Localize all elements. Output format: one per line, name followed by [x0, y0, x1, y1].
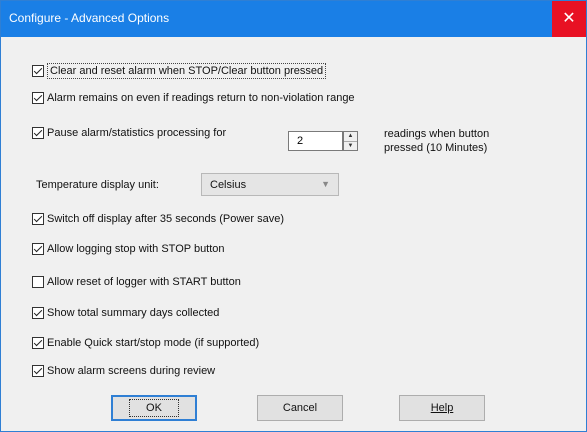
option-allow-reset[interactable]: Allow reset of logger with START button: [32, 276, 241, 288]
temperature-unit-value: Celsius: [210, 179, 247, 191]
option-quick-start-stop[interactable]: Enable Quick start/stop mode (if support…: [32, 337, 259, 349]
chevron-down-icon: ▼: [321, 179, 330, 189]
close-button[interactable]: ✕: [552, 1, 586, 37]
checkbox-switch-off-display[interactable]: [32, 213, 44, 225]
help-button-label: Help: [430, 402, 454, 414]
window-title: Configure - Advanced Options: [9, 11, 170, 25]
pause-readings-suffix: readings when button pressed (10 Minutes…: [384, 127, 489, 155]
option-label: Allow logging stop with STOP button: [47, 243, 225, 255]
temperature-unit-label: Temperature display unit:: [36, 179, 159, 191]
checkbox-alarm-remains-on[interactable]: [32, 92, 44, 104]
dialog-content: Clear and reset alarm when STOP/Clear bu…: [1, 37, 586, 431]
checkbox-show-summary-days[interactable]: [32, 307, 44, 319]
checkbox-pause-alarm[interactable]: [32, 127, 44, 139]
checkbox-allow-logging-stop[interactable]: [32, 243, 44, 255]
option-label: Switch off display after 35 seconds (Pow…: [47, 213, 285, 225]
ok-button[interactable]: OK: [111, 395, 197, 421]
option-show-alarm-screens[interactable]: Show alarm screens during review: [32, 365, 215, 377]
option-allow-logging-stop[interactable]: Allow logging stop with STOP button: [32, 243, 225, 255]
close-icon: ✕: [562, 10, 576, 27]
option-show-summary-days[interactable]: Show total summary days collected: [32, 307, 219, 319]
pause-readings-input[interactable]: 2: [288, 131, 343, 151]
option-label: Allow reset of logger with START button: [47, 276, 241, 288]
checkbox-quick-start-stop[interactable]: [32, 337, 44, 349]
option-alarm-remains-on[interactable]: Alarm remains on even if readings return…: [32, 92, 355, 104]
ok-button-label: OK: [129, 399, 179, 417]
checkbox-show-alarm-screens[interactable]: [32, 365, 44, 377]
temperature-unit-select[interactable]: Celsius ▼: [201, 173, 339, 196]
pause-readings-spinner[interactable]: ▲ ▼: [343, 131, 358, 151]
option-label: Enable Quick start/stop mode (if support…: [47, 337, 260, 349]
option-label: Pause alarm/statistics processing for: [47, 127, 227, 139]
pause-suffix-line2: pressed (10 Minutes): [384, 142, 488, 154]
option-label: Show total summary days collected: [47, 307, 220, 319]
pause-suffix-line1: readings when button: [384, 128, 490, 140]
option-pause-alarm[interactable]: Pause alarm/statistics processing for: [32, 127, 226, 139]
cancel-button[interactable]: Cancel: [257, 395, 343, 421]
cancel-button-label: Cancel: [282, 402, 318, 414]
option-label: Clear and reset alarm when STOP/Clear bu…: [47, 63, 327, 79]
option-switch-off-display[interactable]: Switch off display after 35 seconds (Pow…: [32, 213, 284, 225]
checkbox-clear-reset-alarm[interactable]: [32, 65, 44, 77]
title-bar: Configure - Advanced Options ✕: [1, 1, 586, 37]
help-button[interactable]: Help: [399, 395, 485, 421]
checkbox-allow-reset[interactable]: [32, 276, 44, 288]
dialog-window: Configure - Advanced Options ✕ Clear and…: [0, 0, 587, 432]
option-label: Show alarm screens during review: [47, 365, 216, 377]
spin-up-icon[interactable]: ▲: [344, 132, 357, 142]
option-label: Alarm remains on even if readings return…: [47, 92, 355, 104]
option-clear-reset-alarm[interactable]: Clear and reset alarm when STOP/Clear bu…: [32, 63, 327, 79]
spin-down-icon[interactable]: ▼: [344, 142, 357, 151]
